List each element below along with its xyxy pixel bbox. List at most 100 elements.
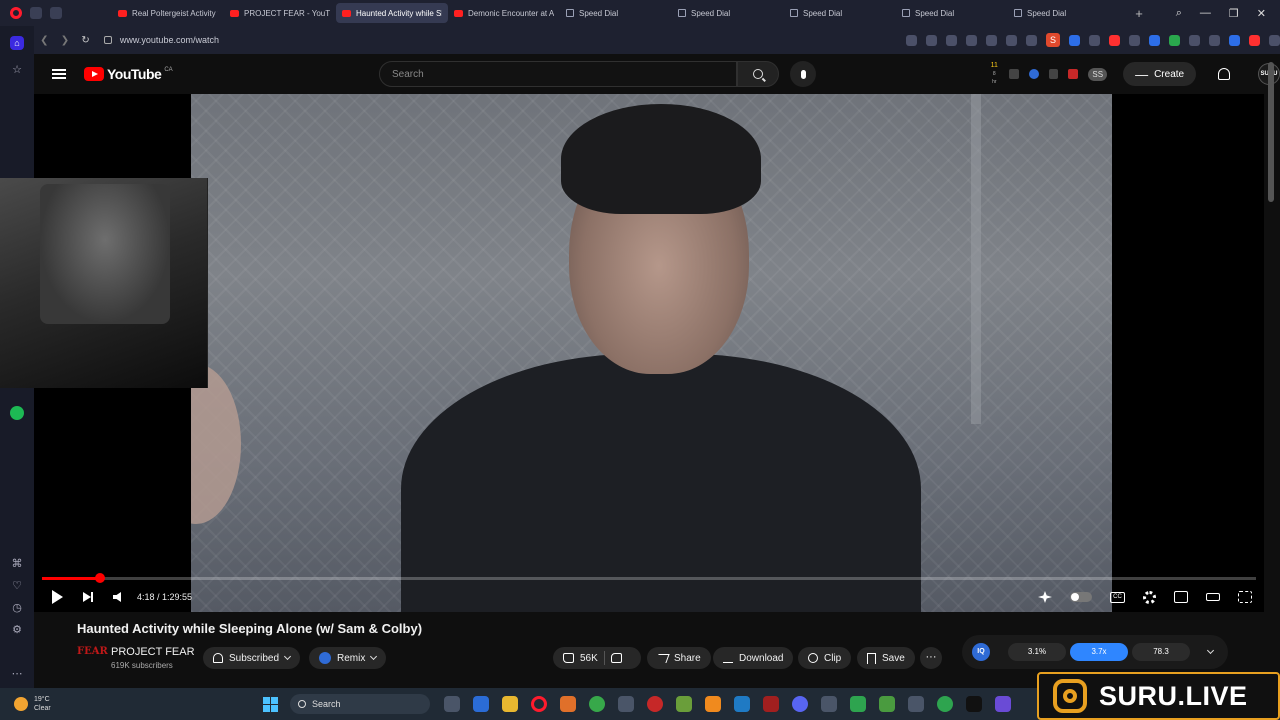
browser-tab[interactable]: Speed Dial xyxy=(784,3,896,23)
store-icon[interactable] xyxy=(473,696,489,712)
iq-icon[interactable]: IQ xyxy=(972,643,990,661)
task-view-icon[interactable] xyxy=(444,696,460,712)
create-button[interactable]: — Create xyxy=(1123,62,1197,86)
spotify-icon[interactable] xyxy=(10,406,24,420)
app-icon[interactable] xyxy=(647,696,663,712)
rss-icon[interactable] xyxy=(1129,34,1141,46)
file-explorer-icon[interactable] xyxy=(502,696,518,712)
app-icon[interactable] xyxy=(821,696,837,712)
more-icon[interactable] xyxy=(1269,34,1280,46)
share-button[interactable]: Share xyxy=(647,647,711,669)
list-icon[interactable] xyxy=(1048,69,1059,79)
extension-icon[interactable] xyxy=(1068,69,1079,79)
weather-widget[interactable]: 19°C Clear xyxy=(34,695,51,713)
extension-icon[interactable] xyxy=(1249,34,1261,46)
workspaces-icon[interactable]: ⌘ xyxy=(10,556,24,570)
browser-tab[interactable]: Real Poltergeist Activity w/ xyxy=(112,3,224,23)
url-field[interactable]: www.youtube.com/watch xyxy=(103,35,798,45)
reload-button[interactable]: ↻ xyxy=(75,35,96,46)
browser-tab[interactable]: Speed Dial xyxy=(560,3,672,23)
download-icon[interactable] xyxy=(1006,34,1018,46)
extension-s-icon[interactable]: S xyxy=(1046,33,1061,47)
extension-icon[interactable] xyxy=(1149,34,1161,46)
extension-icon[interactable] xyxy=(1169,34,1181,46)
minimize-button[interactable]: — xyxy=(1200,7,1211,20)
extension-icon[interactable] xyxy=(1008,69,1019,79)
volume-icon[interactable] xyxy=(113,592,121,602)
page-scrollbar[interactable] xyxy=(1268,62,1274,202)
miniplayer-icon[interactable] xyxy=(1174,591,1188,603)
iq-header-icon[interactable] xyxy=(1028,69,1039,79)
like-count[interactable]: 56K xyxy=(580,653,598,664)
sparkle-icon[interactable] xyxy=(1038,591,1052,603)
app-icon[interactable] xyxy=(589,696,605,712)
send-icon[interactable] xyxy=(966,34,978,46)
opera-icon[interactable] xyxy=(531,696,547,712)
more-icon[interactable]: ⋯ xyxy=(10,666,24,680)
discord-icon[interactable] xyxy=(792,696,808,712)
app-icon[interactable] xyxy=(879,696,895,712)
back-button[interactable]: ❮ xyxy=(34,35,55,46)
app-icon[interactable] xyxy=(908,696,924,712)
thumbs-down-icon[interactable] xyxy=(610,653,622,663)
browser-tab[interactable]: PROJECT FEAR - YouTube xyxy=(224,3,336,23)
settings-gear-icon[interactable] xyxy=(1143,590,1156,604)
next-icon[interactable] xyxy=(83,592,93,602)
app-icon[interactable] xyxy=(995,696,1011,712)
browser-tab[interactable]: Demonic Encounter at A xyxy=(448,3,560,23)
search-input[interactable]: Search xyxy=(379,61,737,87)
gear-icon[interactable]: ⚙ xyxy=(10,622,24,636)
iq-stat[interactable]: 3.7x xyxy=(1070,643,1128,661)
history-icon[interactable]: ◷ xyxy=(10,600,24,614)
app-icon[interactable] xyxy=(937,696,953,712)
channel-name[interactable]: PROJECT FEAR xyxy=(111,646,195,658)
theater-mode-icon[interactable] xyxy=(1206,593,1220,601)
opera-logo-icon[interactable] xyxy=(10,7,22,19)
clip-button[interactable]: Clip xyxy=(798,647,852,669)
video-player[interactable]: 4:18 / 1:29:55 CC xyxy=(0,94,1264,612)
close-button[interactable]: ✕ xyxy=(1257,7,1266,20)
hamburger-menu-icon[interactable] xyxy=(52,69,66,79)
iq-stat[interactable]: 3.1% xyxy=(1008,643,1066,661)
video-extension-icon[interactable] xyxy=(1109,34,1121,46)
video-frame[interactable] xyxy=(191,94,1112,612)
chevron-down-icon[interactable] xyxy=(1206,646,1215,655)
heart-icon[interactable]: ♡ xyxy=(10,578,24,592)
iq-stat[interactable]: 78.3 xyxy=(1132,643,1190,661)
weather-icon[interactable] xyxy=(14,697,28,711)
scrubber-handle[interactable] xyxy=(95,573,106,583)
ss-chip[interactable]: SS xyxy=(1088,67,1108,81)
workspace-icon[interactable] xyxy=(30,7,42,19)
header-badge[interactable]: 11 8 hr xyxy=(990,62,999,86)
app-icon[interactable] xyxy=(763,696,779,712)
extension-icon[interactable] xyxy=(1089,34,1101,46)
subscribed-button[interactable]: Subscribed xyxy=(203,647,301,669)
captions-icon[interactable]: CC xyxy=(1110,591,1125,603)
channel-avatar[interactable]: FEAR xyxy=(77,646,108,668)
browser-tab[interactable]: Speed Dial xyxy=(1008,3,1120,23)
save-button[interactable]: Save xyxy=(857,647,915,669)
browser-tab[interactable]: Haunted Activity while Sle xyxy=(336,3,448,23)
download-button[interactable]: Download xyxy=(713,647,794,669)
notifications-bell-icon[interactable] xyxy=(1218,68,1231,80)
app-icon[interactable] xyxy=(734,696,750,712)
workspace-icon[interactable] xyxy=(50,7,62,19)
more-actions-button[interactable]: ··· xyxy=(920,647,942,669)
voice-search-button[interactable] xyxy=(790,61,816,87)
heart-icon[interactable] xyxy=(986,34,998,46)
app-icon[interactable] xyxy=(560,696,576,712)
shield-icon[interactable] xyxy=(946,34,958,46)
app-icon[interactable] xyxy=(966,696,982,712)
vpn-icon[interactable] xyxy=(1229,34,1241,46)
restore-button[interactable]: ❐ xyxy=(1229,7,1239,20)
windows-start-icon[interactable] xyxy=(263,697,278,712)
progress-bar[interactable] xyxy=(42,573,1256,583)
play-icon[interactable] xyxy=(52,590,63,604)
camera-icon[interactable] xyxy=(926,34,938,46)
audio-icon[interactable] xyxy=(1209,34,1221,46)
browser-tab[interactable]: Speed Dial xyxy=(896,3,1008,23)
pin-icon[interactable] xyxy=(1069,34,1081,46)
home-icon[interactable]: ⌂ xyxy=(10,36,24,50)
remix-button[interactable]: Remix xyxy=(309,647,387,669)
search-button[interactable] xyxy=(737,61,779,87)
